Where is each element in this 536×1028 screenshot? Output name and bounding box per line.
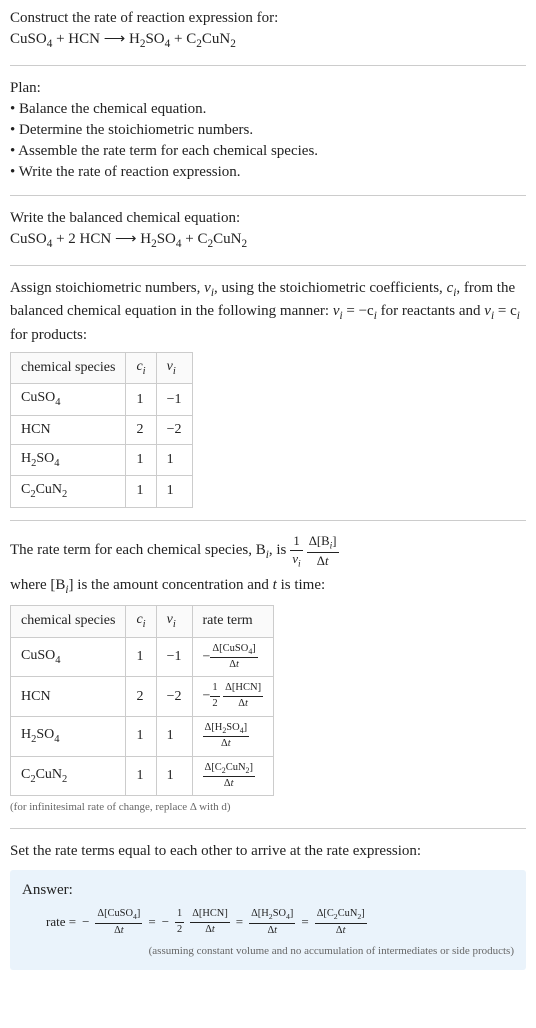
species-cell: H2SO4 bbox=[11, 444, 126, 475]
fraction: 1 νi bbox=[290, 533, 302, 572]
rate-expression: rate = − Δ[CuSO4]Δt = − 12 Δ[HCN]Δt = Δ[… bbox=[46, 907, 514, 939]
nui-cell: 1 bbox=[156, 716, 192, 756]
divider bbox=[10, 520, 526, 521]
rateterm-cell: −Δ[CuSO4]Δt bbox=[192, 637, 274, 677]
balanced-title: Write the balanced chemical equation: bbox=[10, 208, 526, 229]
divider bbox=[10, 65, 526, 66]
rateterm-section: The rate term for each chemical species,… bbox=[10, 533, 526, 816]
table-row: HCN 2 −2 bbox=[11, 415, 193, 444]
col-species: chemical species bbox=[11, 353, 126, 384]
divider bbox=[10, 265, 526, 266]
nui-cell: 1 bbox=[156, 476, 192, 507]
plan-section: Plan: • Balance the chemical equation. •… bbox=[10, 78, 526, 183]
plan-title: Plan: bbox=[10, 78, 526, 99]
plan-item: • Assemble the rate term for each chemic… bbox=[10, 141, 526, 162]
divider bbox=[10, 195, 526, 196]
setequal-text: Set the rate terms equal to each other t… bbox=[10, 841, 526, 862]
table-row: CuSO4 1 −1 −Δ[CuSO4]Δt bbox=[11, 637, 274, 677]
col-species: chemical species bbox=[11, 606, 126, 637]
table-header-row: chemical species ci νi bbox=[11, 353, 193, 384]
plan-item: • Determine the stoichiometric numbers. bbox=[10, 120, 526, 141]
balanced-equation: CuSO4 + 2 HCN ⟶ H2SO4 + C2CuN2 bbox=[10, 229, 526, 253]
ci-cell: 1 bbox=[126, 444, 156, 475]
table-row: C2CuN2 1 1 Δ[C2CuN2]Δt bbox=[11, 756, 274, 796]
ci-cell: 1 bbox=[126, 637, 156, 677]
table-row: H2SO4 1 1 bbox=[11, 444, 193, 475]
rateterm-cell: −12 Δ[HCN]Δt bbox=[192, 677, 274, 716]
infinitesimal-note: (for infinitesimal rate of change, repla… bbox=[10, 800, 526, 815]
assign-section: Assign stoichiometric numbers, νi, using… bbox=[10, 278, 526, 508]
col-nui: νi bbox=[156, 606, 192, 637]
table-row: C2CuN2 1 1 bbox=[11, 476, 193, 507]
nui-cell: −2 bbox=[156, 677, 192, 716]
species-cell: HCN bbox=[11, 677, 126, 716]
answer-label: Answer: bbox=[22, 880, 514, 901]
unbalanced-equation: CuSO4 + HCN ⟶ H2SO4 + C2CuN2 bbox=[10, 29, 526, 53]
ci-cell: 2 bbox=[126, 415, 156, 444]
balanced-section: Write the balanced chemical equation: Cu… bbox=[10, 208, 526, 253]
species-cell: C2CuN2 bbox=[11, 476, 126, 507]
plan-item: • Balance the chemical equation. bbox=[10, 99, 526, 120]
answer-box: Answer: rate = − Δ[CuSO4]Δt = − 12 Δ[HCN… bbox=[10, 870, 526, 970]
assumption-note: (assuming constant volume and no accumul… bbox=[22, 944, 514, 959]
col-nui: νi bbox=[156, 353, 192, 384]
col-ci: ci bbox=[126, 606, 156, 637]
nui-cell: −1 bbox=[156, 384, 192, 415]
species-cell: C2CuN2 bbox=[11, 756, 126, 796]
table-row: H2SO4 1 1 Δ[H2SO4]Δt bbox=[11, 716, 274, 756]
ci-cell: 2 bbox=[126, 677, 156, 716]
species-cell: HCN bbox=[11, 415, 126, 444]
species-cell: H2SO4 bbox=[11, 716, 126, 756]
construct-section: Construct the rate of reaction expressio… bbox=[10, 8, 526, 53]
species: CuSO4 bbox=[10, 31, 52, 47]
col-rateterm: rate term bbox=[192, 606, 274, 637]
rateterm-table: chemical species ci νi rate term CuSO4 1… bbox=[10, 605, 274, 796]
arrow-icon: ⟶ bbox=[115, 229, 137, 250]
ci-cell: 1 bbox=[126, 716, 156, 756]
rateterm-cell: Δ[H2SO4]Δt bbox=[192, 716, 274, 756]
fraction: Δ[Bi] Δt bbox=[307, 533, 339, 572]
col-ci: ci bbox=[126, 353, 156, 384]
ci-cell: 1 bbox=[126, 756, 156, 796]
species-cell: CuSO4 bbox=[11, 384, 126, 415]
stoichiometry-table: chemical species ci νi CuSO4 1 −1 HCN 2 … bbox=[10, 352, 193, 508]
construct-title: Construct the rate of reaction expressio… bbox=[10, 8, 526, 29]
table-header-row: chemical species ci νi rate term bbox=[11, 606, 274, 637]
nui-cell: −2 bbox=[156, 415, 192, 444]
ci-cell: 1 bbox=[126, 384, 156, 415]
table-row: HCN 2 −2 −12 Δ[HCN]Δt bbox=[11, 677, 274, 716]
divider bbox=[10, 828, 526, 829]
nui-cell: 1 bbox=[156, 756, 192, 796]
nui-cell: 1 bbox=[156, 444, 192, 475]
arrow-icon: ⟶ bbox=[104, 29, 126, 50]
species-cell: CuSO4 bbox=[11, 637, 126, 677]
plan-item: • Write the rate of reaction expression. bbox=[10, 162, 526, 183]
ci-cell: 1 bbox=[126, 476, 156, 507]
table-row: CuSO4 1 −1 bbox=[11, 384, 193, 415]
rateterm-cell: Δ[C2CuN2]Δt bbox=[192, 756, 274, 796]
nui-cell: −1 bbox=[156, 637, 192, 677]
